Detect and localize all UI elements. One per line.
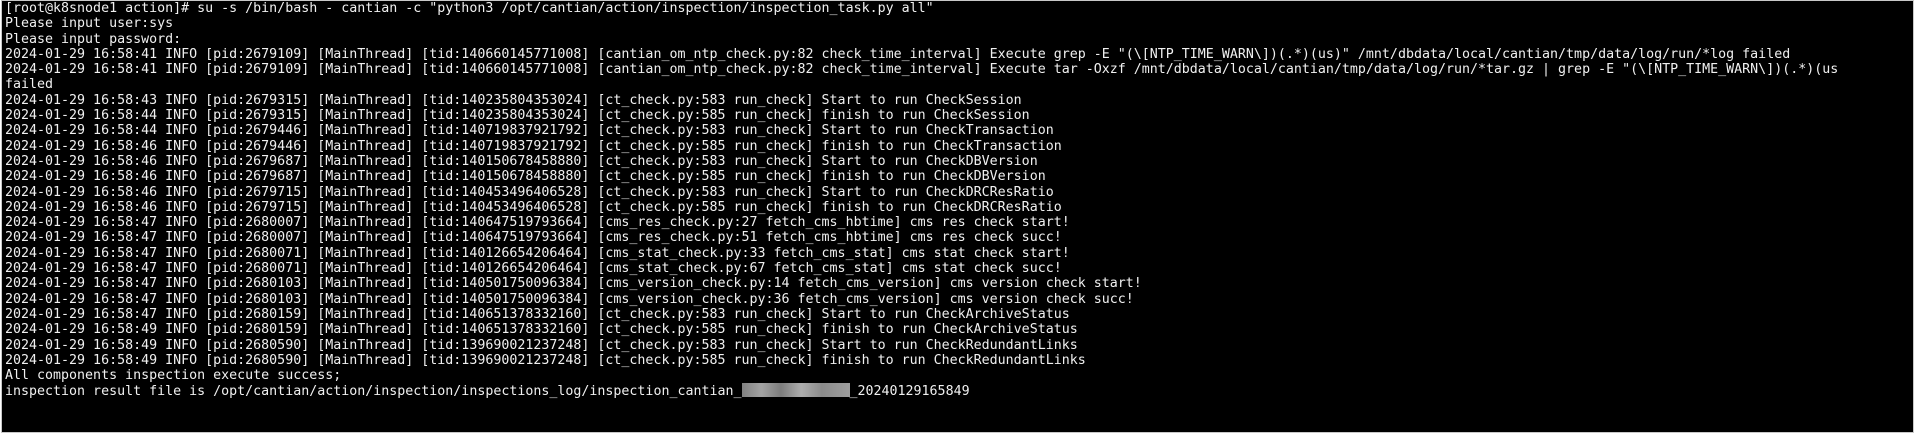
terminal-line: 2024-01-29 16:58:47 INFO [pid:2680071] [… xyxy=(5,261,1062,277)
terminal-line: 2024-01-29 16:58:47 INFO [pid:2680103] [… xyxy=(5,291,1134,307)
terminal-line: Please input password: xyxy=(5,31,182,47)
redacted-hostname xyxy=(741,383,850,398)
result-path-suffix: _20240129165849 xyxy=(849,384,970,399)
terminal-line-result: inspection result file is /opt/cantian/a… xyxy=(5,383,1911,399)
terminal-line: 2024-01-29 16:58:46 INFO [pid:2679687] [… xyxy=(5,169,1046,185)
terminal-line: 2024-01-29 16:58:47 INFO [pid:2680103] [… xyxy=(5,276,1142,292)
terminal-line: 2024-01-29 16:58:46 INFO [pid:2679715] [… xyxy=(5,184,1054,200)
terminal-lines: [root@k8snode1 action]# su -s /bin/bash … xyxy=(5,1,1911,399)
terminal-line-summary: All components inspection execute succes… xyxy=(5,368,342,384)
terminal-line: 2024-01-29 16:58:47 INFO [pid:2680007] [… xyxy=(5,230,1062,246)
terminal-line: 2024-01-29 16:58:41 INFO [pid:2679109] [… xyxy=(5,46,1791,62)
terminal-line: failed xyxy=(5,77,54,93)
terminal-line: 2024-01-29 16:58:46 INFO [pid:2679715] [… xyxy=(5,199,1062,215)
terminal-line: 2024-01-29 16:58:41 INFO [pid:2679109] [… xyxy=(5,62,1839,78)
terminal-line: 2024-01-29 16:58:47 INFO [pid:2680007] [… xyxy=(5,215,1070,231)
terminal-line: 2024-01-29 16:58:46 INFO [pid:2679687] [… xyxy=(5,153,1038,169)
terminal-line-command: [root@k8snode1 action]# su -s /bin/bash … xyxy=(5,1,934,16)
terminal-line: Please input user:sys xyxy=(5,16,174,32)
terminal-line: 2024-01-29 16:58:43 INFO [pid:2679315] [… xyxy=(5,92,1022,108)
result-path-prefix: inspection result file is /opt/cantian/a… xyxy=(5,384,742,399)
terminal-line: 2024-01-29 16:58:49 INFO [pid:2680159] [… xyxy=(5,322,1078,338)
terminal-output[interactable]: [root@k8snode1 action]# su -s /bin/bash … xyxy=(2,1,1913,432)
terminal-line: 2024-01-29 16:58:46 INFO [pid:2679446] [… xyxy=(5,138,1062,154)
terminal-line: 2024-01-29 16:58:47 INFO [pid:2680159] [… xyxy=(5,306,1070,322)
terminal-line: 2024-01-29 16:58:47 INFO [pid:2680071] [… xyxy=(5,245,1070,261)
terminal-line: 2024-01-29 16:58:44 INFO [pid:2679446] [… xyxy=(5,123,1054,139)
terminal-line: 2024-01-29 16:58:49 INFO [pid:2680590] [… xyxy=(5,352,1086,368)
terminal-line: 2024-01-29 16:58:44 INFO [pid:2679315] [… xyxy=(5,108,1030,124)
terminal-line: 2024-01-29 16:58:49 INFO [pid:2680590] [… xyxy=(5,337,1078,353)
terminal-window: [root@k8snode1 action]# su -s /bin/bash … xyxy=(1,0,1914,433)
